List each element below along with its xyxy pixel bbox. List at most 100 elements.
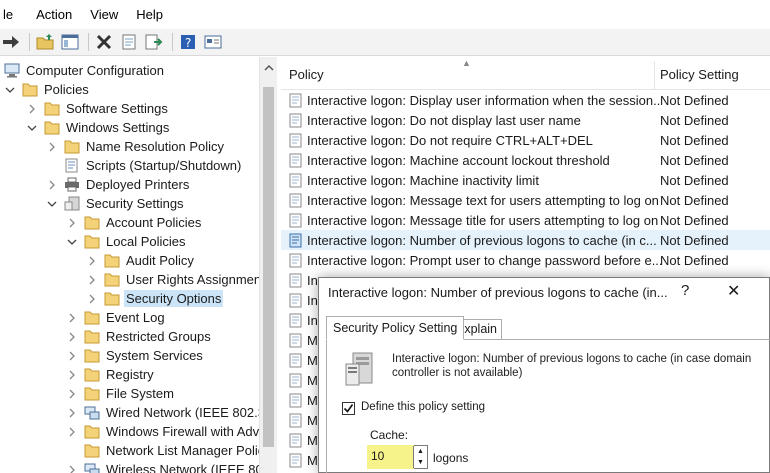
menu-action[interactable]: Action bbox=[27, 7, 81, 22]
tree-item-label: Name Resolution Policy bbox=[86, 139, 225, 154]
define-policy-checkbox[interactable] bbox=[342, 402, 355, 415]
table-row[interactable]: Interactive logon: Machine account locko… bbox=[281, 150, 770, 170]
tree-item-label: Software Settings bbox=[66, 101, 168, 116]
tree-system-services[interactable]: System Services bbox=[66, 346, 205, 365]
tree-vertical-scrollbar[interactable] bbox=[259, 57, 277, 473]
policy-name: Interactive logon: Machine account locko… bbox=[307, 152, 610, 168]
table-row[interactable]: Interactive logon: Message title for use… bbox=[281, 210, 770, 230]
properties-icon[interactable] bbox=[118, 31, 140, 53]
tree-computer-configuration[interactable]: Computer Configuration bbox=[4, 61, 166, 80]
menu-view[interactable]: View bbox=[81, 7, 127, 22]
column-header-policy[interactable]: Policy bbox=[289, 67, 324, 82]
expand-arrow-open-icon[interactable] bbox=[66, 236, 78, 248]
policy-document-icon bbox=[289, 193, 303, 208]
export-list-icon[interactable] bbox=[143, 31, 165, 53]
tree-item-label: Windows Settings bbox=[66, 120, 170, 135]
tree-wired-network[interactable]: Wired Network (IEEE 802.3) bbox=[66, 403, 259, 422]
expand-arrow-closed-icon[interactable] bbox=[66, 217, 78, 229]
tree-registry[interactable]: Registry bbox=[66, 365, 156, 384]
dialog-close-icon[interactable]: ✕ bbox=[727, 281, 740, 301]
tree-wireless-network[interactable]: Wireless Network (IEEE 802 bbox=[66, 460, 259, 473]
tree-software-settings[interactable]: Software Settings bbox=[26, 99, 170, 118]
folder-icon bbox=[104, 272, 120, 287]
tree-restricted-groups[interactable]: Restricted Groups bbox=[66, 327, 213, 346]
cache-value-input[interactable]: 10 bbox=[367, 445, 414, 469]
spin-down-icon[interactable]: ▼ bbox=[414, 457, 427, 468]
help-icon[interactable]: ? bbox=[177, 31, 199, 53]
tree-name-resolution-policy[interactable]: Name Resolution Policy bbox=[46, 137, 226, 156]
tree-item-label: Scripts (Startup/Shutdown) bbox=[86, 158, 242, 173]
script-icon bbox=[64, 158, 80, 173]
show-hide-tree-icon[interactable] bbox=[59, 31, 81, 53]
checkmark-icon bbox=[343, 404, 354, 413]
tree-security-settings[interactable]: Security Settings bbox=[46, 194, 186, 213]
expand-arrow-closed-icon[interactable] bbox=[66, 369, 78, 381]
tree-item-label: Account Policies bbox=[106, 215, 202, 230]
policy-name: Interactive logon: Do not display last u… bbox=[307, 112, 581, 128]
table-row[interactable]: Interactive logon: Display user informat… bbox=[281, 90, 770, 110]
expand-arrow-closed-icon[interactable] bbox=[46, 179, 58, 191]
expand-arrow-closed-icon[interactable] bbox=[26, 103, 38, 115]
tree-local-policies[interactable]: Local Policies bbox=[66, 232, 188, 251]
tree-event-log[interactable]: Event Log bbox=[66, 308, 167, 327]
column-divider[interactable] bbox=[654, 61, 655, 89]
expand-arrow-closed-icon[interactable] bbox=[66, 407, 78, 419]
expand-arrow-closed-icon[interactable] bbox=[66, 312, 78, 324]
tree-account-policies[interactable]: Account Policies bbox=[66, 213, 203, 232]
expand-arrow-closed-icon[interactable] bbox=[66, 388, 78, 400]
table-row[interactable]: Interactive logon: Number of previous lo… bbox=[281, 230, 770, 250]
table-row[interactable]: Interactive logon: Prompt user to change… bbox=[281, 250, 770, 270]
tree-windows-firewall[interactable]: Windows Firewall with Adv bbox=[66, 422, 259, 441]
tree-network-list-manager[interactable]: Network List Manager Polic bbox=[66, 441, 259, 460]
folder-up-icon[interactable] bbox=[34, 31, 56, 53]
column-header-policy-setting[interactable]: Policy Setting bbox=[660, 67, 739, 82]
network-icon bbox=[84, 462, 100, 473]
menu-help[interactable]: Help bbox=[127, 7, 172, 22]
expand-arrow-closed-icon[interactable] bbox=[66, 350, 78, 362]
tree-item-label: File System bbox=[106, 386, 174, 401]
table-row[interactable]: Interactive logon: Message text for user… bbox=[281, 190, 770, 210]
expand-arrow-closed-icon[interactable] bbox=[86, 293, 98, 305]
delete-icon[interactable] bbox=[93, 31, 115, 53]
table-row[interactable]: Interactive logon: Machine inactivity li… bbox=[281, 170, 770, 190]
policy-name: Interactive logon: Message title for use… bbox=[307, 212, 659, 228]
policy-setting-value: Not Defined bbox=[660, 192, 729, 208]
view-icon[interactable] bbox=[202, 31, 224, 53]
scroll-up-icon[interactable] bbox=[264, 64, 274, 71]
policy-document-icon bbox=[289, 413, 303, 428]
forward-arrow-icon[interactable] bbox=[0, 31, 22, 53]
expand-arrow-open-icon[interactable] bbox=[46, 198, 58, 210]
cache-spinbox: 10 ▲ ▼ bbox=[367, 445, 428, 469]
expand-arrow-closed-icon[interactable] bbox=[66, 464, 78, 473]
tab-content: Interactive logon: Number of previous lo… bbox=[326, 339, 770, 473]
tree-policies[interactable]: Policies bbox=[4, 80, 91, 99]
dialog-help-icon[interactable]: ? bbox=[681, 282, 689, 299]
menu-file[interactable]: le bbox=[0, 7, 27, 22]
define-policy-label[interactable]: Define this policy setting bbox=[361, 401, 485, 413]
scrollbar-thumb[interactable] bbox=[263, 87, 274, 447]
expand-arrow-open-icon[interactable] bbox=[26, 122, 38, 134]
toolbar-separator bbox=[88, 33, 89, 51]
folder-icon bbox=[84, 443, 100, 458]
expand-arrow-closed-icon[interactable] bbox=[86, 255, 98, 267]
tree-scripts[interactable]: Scripts (Startup/Shutdown) bbox=[46, 156, 243, 175]
policy-document-icon bbox=[289, 453, 303, 468]
table-row[interactable]: Interactive logon: Do not display last u… bbox=[281, 110, 770, 130]
tree-deployed-printers[interactable]: Deployed Printers bbox=[46, 175, 191, 194]
expand-arrow-closed-icon[interactable] bbox=[86, 274, 98, 286]
expand-arrow-closed-icon[interactable] bbox=[66, 426, 78, 438]
table-row[interactable]: Interactive logon: Do not require CTRL+A… bbox=[281, 130, 770, 150]
expand-arrow-closed-icon[interactable] bbox=[46, 141, 58, 153]
gpo-editor-window: le Action View Help ? Computer Configura… bbox=[0, 0, 770, 473]
tab-security-policy-setting[interactable]: Security Policy Setting bbox=[326, 316, 465, 340]
expand-arrow-closed-icon[interactable] bbox=[66, 331, 78, 343]
tree-windows-settings[interactable]: Windows Settings bbox=[26, 118, 171, 137]
tree-audit-policy[interactable]: Audit Policy bbox=[86, 251, 196, 270]
tree-security-options[interactable]: Security Options bbox=[86, 289, 224, 308]
console-tree[interactable]: Computer Configuration Policies Software S… bbox=[0, 57, 259, 473]
tree-user-rights-assignment[interactable]: User Rights Assignment bbox=[86, 270, 259, 289]
expand-arrow-open-icon[interactable] bbox=[4, 84, 16, 96]
spin-up-icon[interactable]: ▲ bbox=[414, 446, 427, 457]
tree-file-system[interactable]: File System bbox=[66, 384, 176, 403]
